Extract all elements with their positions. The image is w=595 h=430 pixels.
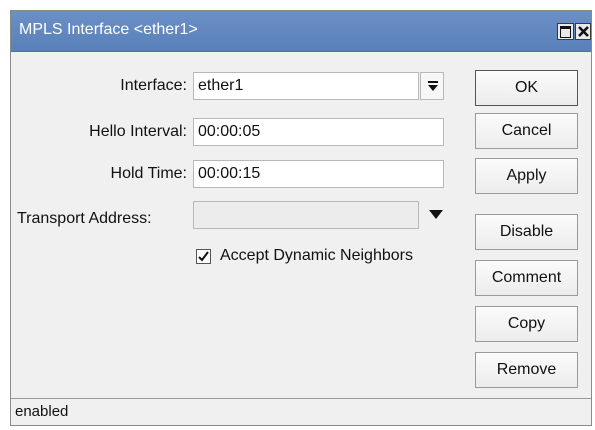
ok-button[interactable]: OK (475, 70, 578, 106)
hold-time-label: Hold Time: (110, 165, 187, 182)
hold-time-input[interactable]: 00:00:15 (193, 160, 444, 188)
status-bar: enabled (11, 398, 591, 425)
disable-button[interactable]: Disable (475, 214, 578, 250)
remove-button[interactable]: Remove (475, 352, 578, 388)
copy-button[interactable]: Copy (475, 306, 578, 342)
cancel-button[interactable]: Cancel (475, 113, 578, 149)
close-icon[interactable] (575, 23, 591, 40)
window-title: MPLS Interface <ether1> (19, 21, 198, 38)
accept-dynamic-neighbors-checkbox[interactable] (196, 249, 211, 264)
dropdown-arrow-icon (428, 81, 438, 91)
transport-address-dropdown-icon[interactable] (429, 210, 443, 219)
interface-label: Interface: (120, 77, 187, 94)
interface-select[interactable]: ether1 (193, 72, 419, 100)
hello-interval-input[interactable]: 00:00:05 (193, 118, 444, 146)
apply-button[interactable]: Apply (475, 158, 578, 194)
accept-dynamic-neighbors-label: Accept Dynamic Neighbors (220, 247, 413, 264)
maximize-icon[interactable] (557, 23, 574, 40)
title-bar[interactable]: MPLS Interface <ether1> (11, 11, 591, 52)
hello-interval-label: Hello Interval: (89, 123, 187, 140)
comment-button[interactable]: Comment (475, 260, 578, 296)
mpls-interface-window: MPLS Interface <ether1> Interface: ether… (10, 10, 592, 426)
interface-dropdown-button[interactable] (420, 72, 444, 100)
transport-address-input[interactable] (193, 201, 419, 229)
transport-address-label: Transport Address: (17, 210, 152, 227)
checkmark-icon (198, 251, 209, 262)
status-text: enabled (15, 403, 69, 420)
